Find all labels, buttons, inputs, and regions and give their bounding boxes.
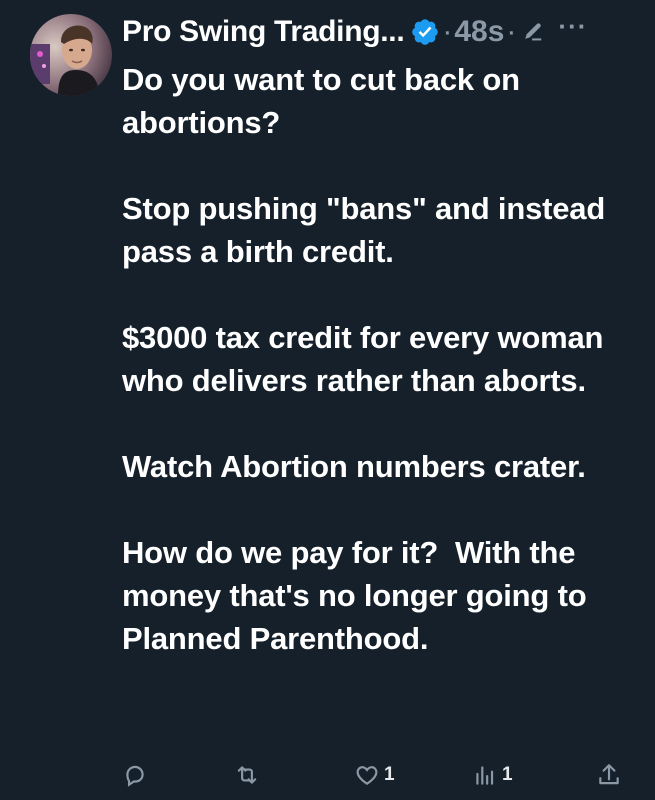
reply-icon: [122, 762, 148, 788]
tweet-header: Pro Swing Trading... · 48s · ···: [122, 10, 587, 54]
tweet-paragraph: How do we pay for it? With the money tha…: [122, 535, 595, 656]
edited-pencil-icon[interactable]: [522, 21, 544, 43]
retweet-button[interactable]: [234, 758, 264, 792]
tweet[interactable]: Pro Swing Trading... · 48s · ··· Do you …: [0, 0, 655, 800]
separator-dot: ·: [506, 15, 517, 48]
tweet-paragraph: Stop pushing "bans" and instead pass a b…: [122, 191, 614, 269]
tweet-paragraph: $3000 tax credit for every woman who del…: [122, 320, 612, 398]
action-bar: 1 1: [122, 758, 632, 792]
share-icon: [596, 762, 622, 788]
tweet-text: Do you want to cut back on abortions? St…: [122, 58, 642, 660]
like-count: 1: [384, 764, 395, 785]
avatar[interactable]: [30, 14, 112, 96]
author-name[interactable]: Pro Swing Trading...: [122, 15, 405, 49]
timestamp[interactable]: 48s: [454, 15, 504, 49]
retweet-icon: [234, 762, 260, 788]
share-button[interactable]: [596, 758, 622, 792]
heart-icon: [354, 762, 380, 788]
views-count: 1: [502, 764, 513, 785]
views-button[interactable]: 1: [472, 758, 513, 792]
more-options-button[interactable]: ···: [558, 11, 587, 42]
like-button[interactable]: 1: [354, 758, 395, 792]
separator-dot: ·: [442, 15, 453, 48]
avatar-image: [30, 14, 112, 96]
reply-button[interactable]: [122, 758, 152, 792]
analytics-icon: [472, 762, 498, 788]
verified-badge-icon[interactable]: [410, 17, 440, 47]
tweet-paragraph: Do you want to cut back on abortions?: [122, 62, 529, 140]
tweet-paragraph: Watch Abortion numbers crater.: [122, 449, 586, 484]
